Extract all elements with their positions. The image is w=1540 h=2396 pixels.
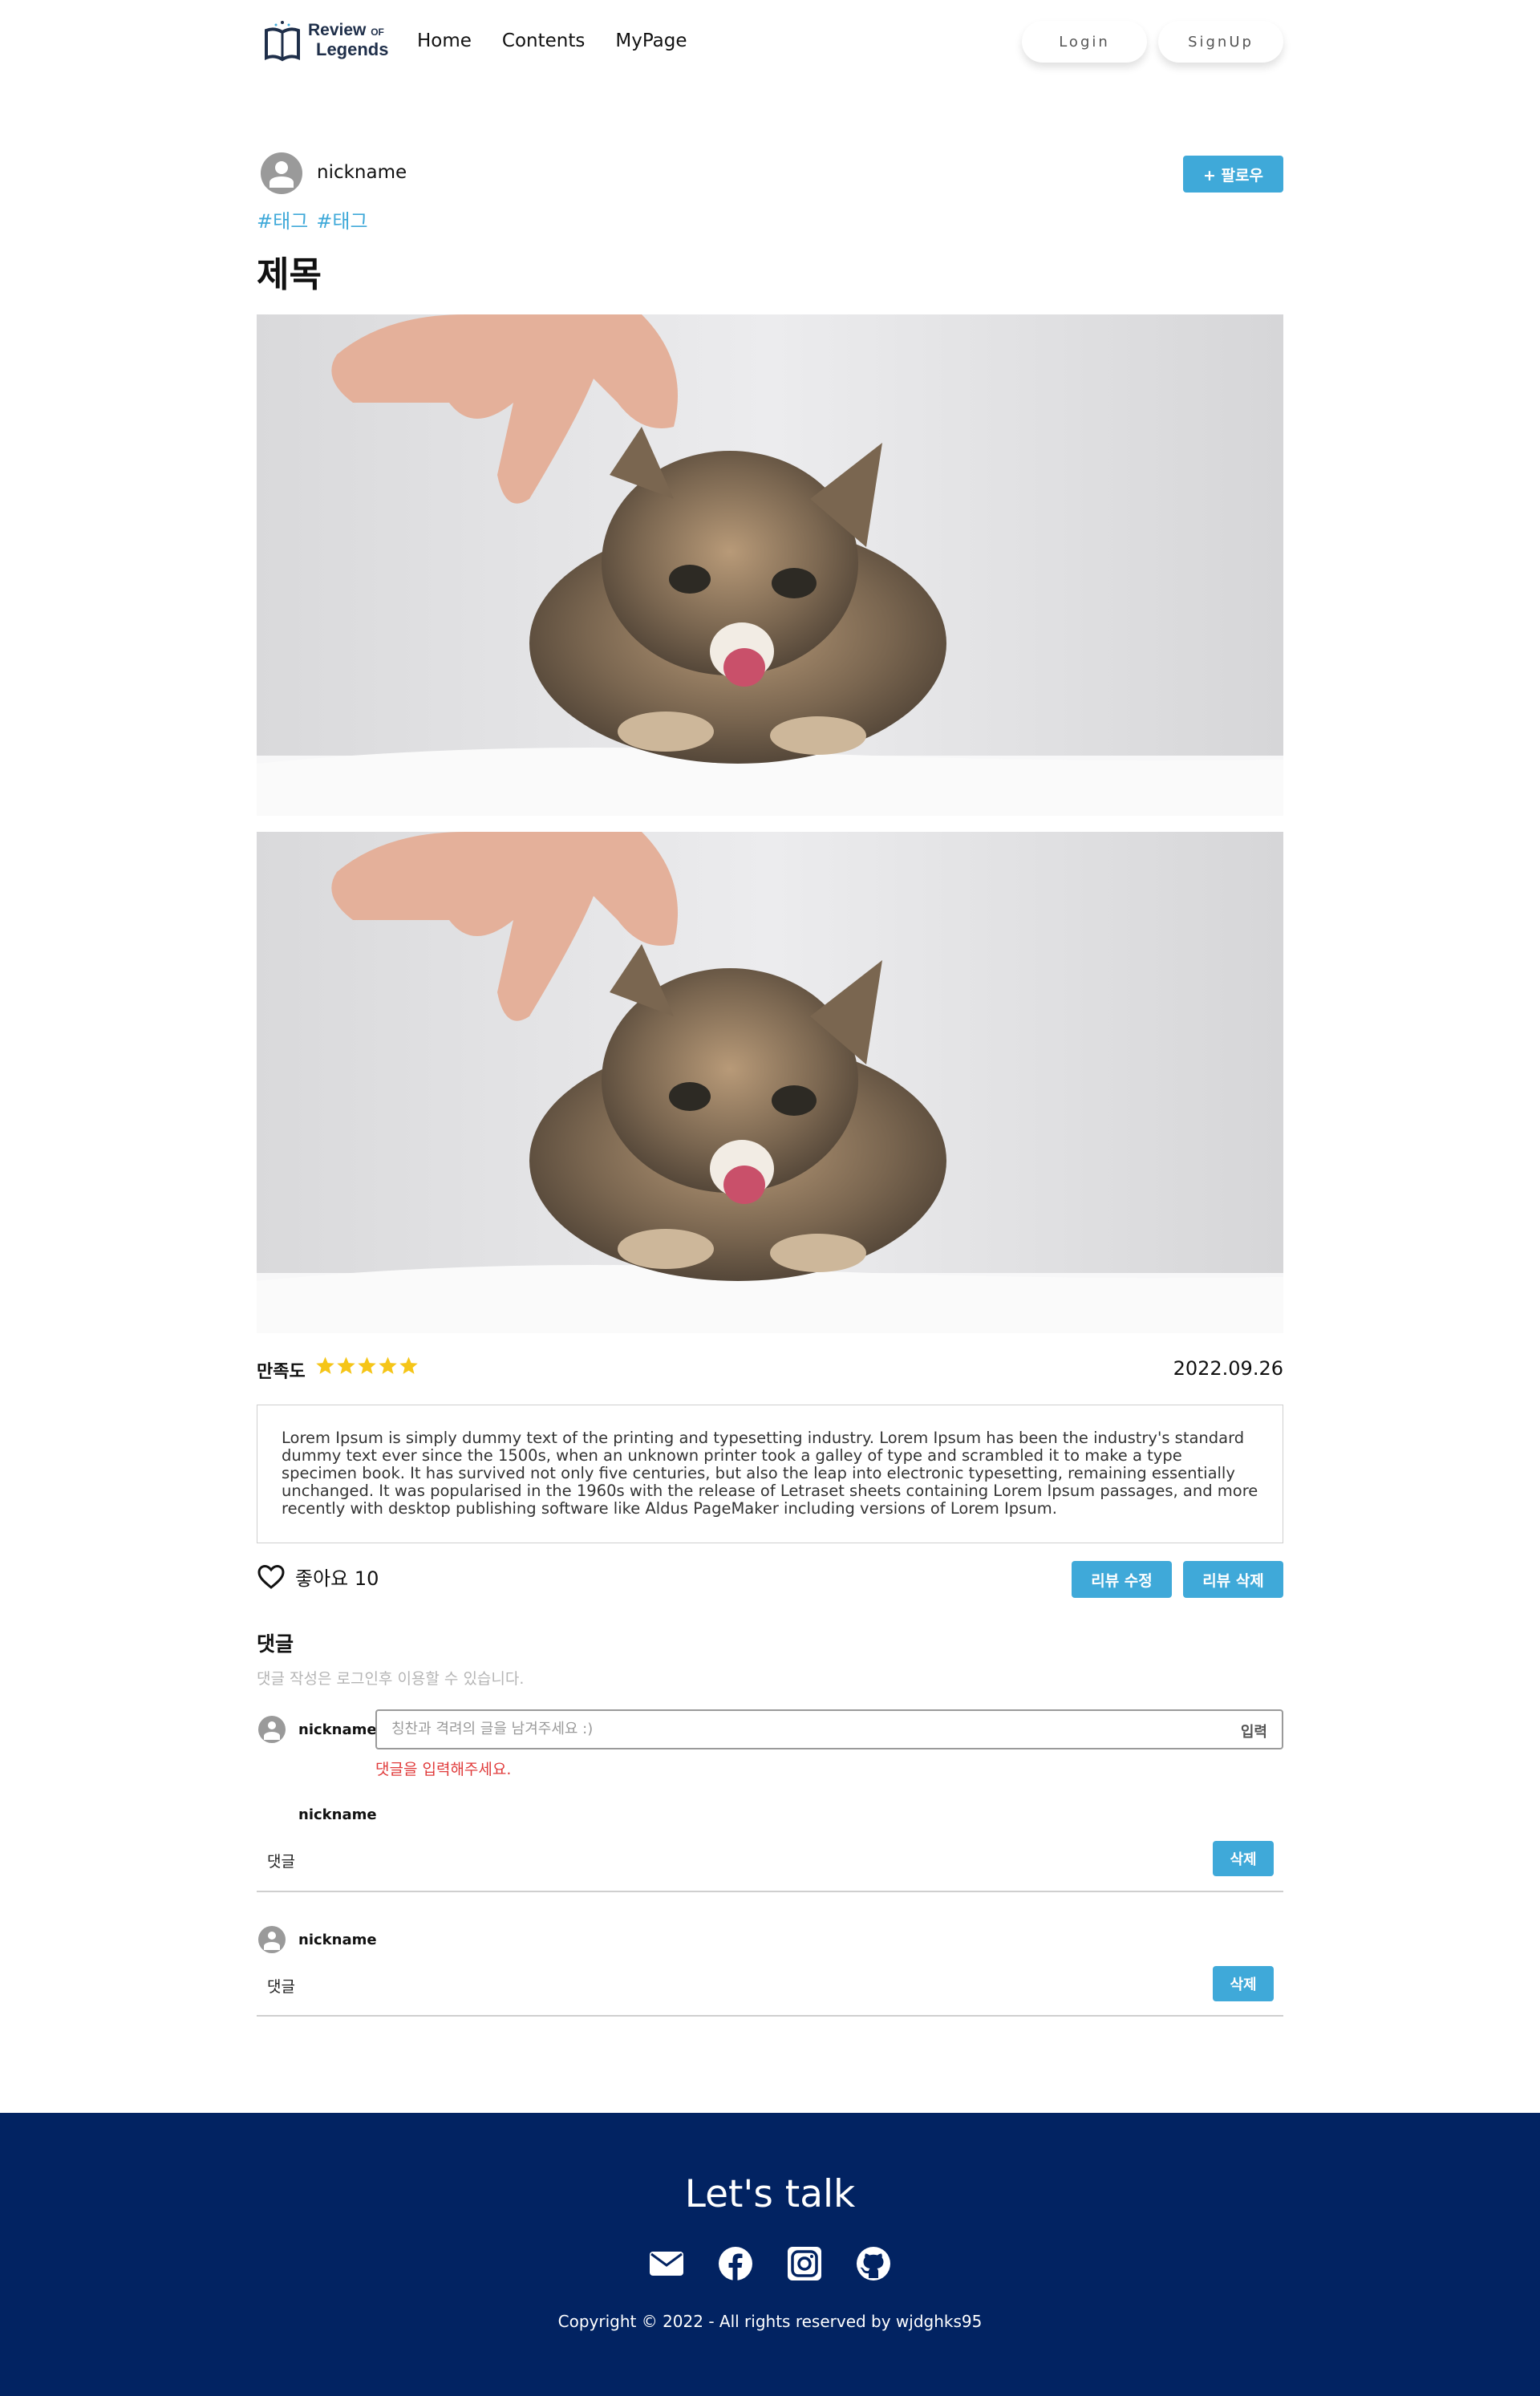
comment-user: nickname [298,1932,377,1948]
login-notice: 댓글 작성은 로그인후 이용할 수 있습니다. [257,1670,525,1688]
mail-icon[interactable] [649,2246,684,2281]
social-links [0,2246,1540,2281]
like-button[interactable]: 좋아요 10 [257,1563,379,1591]
post-image [257,314,1283,816]
tag[interactable]: #태그 [316,205,367,233]
delete-review-button[interactable]: 리뷰 삭제 [1183,1561,1283,1598]
comment-delete-button[interactable]: 삭제 [1213,1841,1274,1876]
header: Review OF Legends Home Contents MyPage L… [0,0,1540,88]
comment-error: 댓글을 입력해주세요. [375,1761,512,1778]
nav-home[interactable]: Home [417,30,472,51]
author-avatar [261,152,302,194]
author-nickname[interactable]: nickname [317,162,407,183]
facebook-icon[interactable] [718,2246,753,2281]
logo-line2: Legends [316,39,389,59]
follow-button[interactable]: + 팔로우 [1183,156,1283,193]
divider [257,2015,1283,2017]
nav-mypage[interactable]: MyPage [615,30,687,51]
comment-input[interactable] [391,1721,1194,1737]
book-logo-icon [265,21,300,62]
logo[interactable]: Review OF Legends [263,18,388,63]
star-icon [337,1356,355,1374]
rating-label: 만족도 [257,1362,306,1382]
tag-list: #태그 #태그 [257,205,368,233]
comment-input-box: 입력 [375,1709,1283,1749]
star-icon [358,1356,376,1374]
comment-submit-button[interactable]: 입력 [1241,1721,1267,1741]
nav-contents[interactable]: Contents [502,30,585,51]
footer: Let's talk Copyright © 2022 - All rights… [0,2113,1540,2396]
github-icon[interactable] [856,2246,891,2281]
post-image [257,832,1283,1333]
comment-user: nickname [298,1806,377,1823]
logo-line1: Review [308,21,367,39]
comments-heading: 댓글 [257,1632,294,1656]
edit-review-button[interactable]: 리뷰 수정 [1072,1561,1172,1598]
like-count: 좋아요 10 [295,1567,379,1590]
star-icon [316,1356,334,1374]
divider [257,1891,1283,1892]
main-nav: Home Contents MyPage [417,30,687,51]
heart-icon [257,1564,285,1589]
star-icon [379,1356,397,1374]
comment-avatar [258,1926,286,1953]
commenter-nickname: nickname [298,1721,377,1738]
post-date: 2022.09.26 [1173,1357,1283,1380]
footer-title: Let's talk [684,2172,856,2216]
star-rating [315,1356,419,1376]
signup-button[interactable]: SignUp [1158,21,1283,63]
comment-delete-button[interactable]: 삭제 [1213,1966,1274,2001]
post-body: Lorem Ipsum is simply dummy text of the … [257,1405,1283,1543]
post-title: 제목 [257,254,322,295]
comment-text: 댓글 [267,1853,295,1871]
login-button[interactable]: Login [1022,21,1147,63]
star-icon [399,1356,418,1374]
tag[interactable]: #태그 [257,205,308,233]
copyright: Copyright © 2022 - All rights reserved b… [557,2312,983,2331]
instagram-icon[interactable] [787,2246,822,2281]
logo-of: OF [371,26,384,38]
comment-text: 댓글 [267,1978,295,1996]
commenter-avatar [258,1716,286,1743]
